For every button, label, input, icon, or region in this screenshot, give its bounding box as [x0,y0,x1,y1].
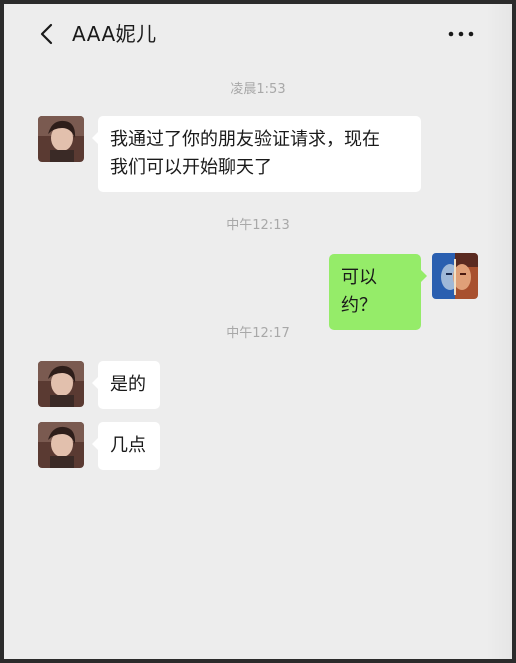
message-bubble-received[interactable]: 是的 [92,361,160,409]
message-text-line: 我通过了你的朋友验证请求，现在 [110,129,380,150]
contact-avatar[interactable] [38,361,84,407]
message-text: 是的 [110,374,146,395]
message-bubble-sent[interactable]: 可以约？ [329,254,427,330]
my-avatar[interactable] [432,253,478,299]
more-dots-icon [448,31,474,37]
chat-header: AAA妮儿 [4,4,512,64]
contact-avatar[interactable] [38,422,84,468]
contact-avatar[interactable] [38,116,84,162]
message-text-line: 我们可以开始聊天了 [110,157,272,178]
message-timestamp: 中午12:17 [226,326,290,341]
chat-title: AAA妮儿 [72,22,157,46]
message-text: 几点 [110,435,146,456]
message-timestamp: 中午12:13 [226,218,290,233]
message-bubble-received[interactable]: 我通过了你的朋友验证请求，现在 我们可以开始聊天了 [92,116,421,192]
back-button[interactable] [36,22,60,46]
chat-window: AAA妮儿 凌晨1:53 我通过了你的朋友验证请求，现在 我们可以开始聊天了 中… [4,4,512,659]
more-button[interactable] [446,22,476,46]
chevron-left-icon [40,23,53,45]
message-text: 可以约？ [341,267,377,316]
message-bubble-received[interactable]: 几点 [92,422,160,470]
message-timestamp: 凌晨1:53 [230,82,286,97]
